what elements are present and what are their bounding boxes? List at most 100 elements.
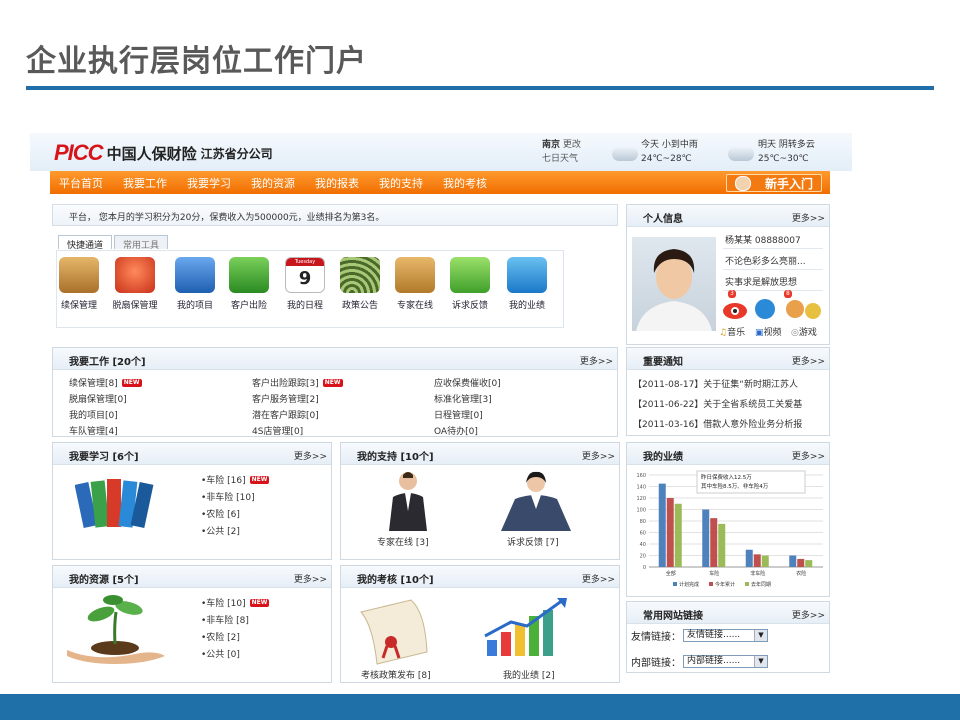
quick-item-renewal[interactable]: 续保管理 [47, 257, 111, 311]
work-task-item[interactable]: 潜在客户跟踪[0] [252, 408, 432, 424]
my-performance-caption[interactable]: 我的业绩 [2] [503, 668, 555, 681]
tab-common-tools[interactable]: 常用工具 [114, 235, 169, 251]
tab-quick-access[interactable]: 快捷通道 [58, 235, 113, 251]
study-item-label: •车险 [16] [201, 476, 246, 486]
work-task-item[interactable]: 日程管理[0] [434, 408, 614, 424]
work-more-link[interactable]: 更多>> [580, 354, 613, 367]
quick-tabs: 快捷通道 常用工具 [58, 235, 170, 251]
chevron-down-icon: ▼ [754, 630, 767, 641]
title-divider [26, 86, 934, 90]
notices-panel-title: 重要通知 [643, 357, 683, 368]
profile-photo[interactable] [632, 237, 716, 331]
study-item[interactable]: •农险 [6] [201, 507, 269, 524]
profile-motto: 实事求是解放思想 [725, 278, 798, 288]
study-panel-header: 我要学习 [6个] 更多>> [53, 443, 331, 465]
work-task-item[interactable]: OA待办[0] [434, 424, 614, 440]
profile-divider [723, 290, 823, 291]
game-link[interactable]: ◎游戏 [791, 325, 817, 338]
notice-item[interactable]: 【2011-08-17】关于征集“新时期江苏人 [633, 377, 823, 390]
work-task-item[interactable]: 续保管理[8] NEW [69, 376, 249, 392]
work-column-1: 续保管理[8] NEW 脱扇保管理[0] 我的项目[0] 车队管理[4] [69, 376, 249, 440]
notification-badge: 3 [728, 290, 736, 298]
quick-item-label: 我的业绩 [508, 301, 545, 311]
profile-panel-title: 个人信息 [643, 214, 683, 225]
chart-annotation: 其中车险8.5万、非车险4万 [701, 482, 769, 490]
exam-panel-title: 我的考核 [10个] [357, 575, 434, 586]
newbie-guide-button[interactable]: 新手入门 [726, 174, 822, 192]
quick-item-feedback[interactable]: 诉求反馈 [438, 257, 502, 311]
music-link[interactable]: ♫音乐 [719, 325, 745, 338]
expert-online-caption[interactable]: 专家在线 [3] [377, 535, 429, 548]
resources-panel: 我的资源 [5个] 更多>> •车险 [10] NEW •非车险 [8] •农险 … [52, 565, 332, 683]
feedback-caption[interactable]: 诉求反馈 [7] [507, 535, 559, 548]
profile-panel: 个人信息 更多>> 杨某某 08888007 不论色彩多么亮丽... 实事求是解… [626, 204, 830, 345]
nav-support[interactable]: 我的支持 [379, 175, 423, 191]
legend-swatch [745, 582, 749, 586]
work-task-item[interactable]: 客户出险跟踪[3] NEW [252, 376, 432, 392]
video-link[interactable]: ▣视频 [755, 325, 782, 338]
links-more-link[interactable]: 更多>> [792, 608, 825, 621]
resources-more-link[interactable]: 更多>> [294, 572, 327, 585]
exam-more-link[interactable]: 更多>> [582, 572, 615, 585]
quick-item-performance[interactable]: 我的业绩 [495, 257, 559, 311]
renewal-icon [59, 257, 99, 293]
music-icon: ♫ [719, 328, 728, 338]
internal-links-select[interactable]: 内部链接...... ▼ [683, 655, 768, 668]
bar [789, 555, 797, 567]
seven-day-weather-link[interactable]: 七日天气 [542, 152, 581, 166]
social-icons[interactable] [721, 293, 825, 321]
work-task-item[interactable]: 脱扇保管理[0] [69, 392, 249, 408]
quick-item-label: 脱扇保管理 [112, 301, 158, 311]
study-more-link[interactable]: 更多>> [294, 449, 327, 462]
new-badge: NEW [249, 476, 270, 484]
quick-item-label: 续保管理 [60, 301, 97, 311]
resource-item[interactable]: •非车险 [8] [201, 613, 269, 630]
work-panel-title: 我要工作 [20个] [69, 357, 146, 368]
notices-more-link[interactable]: 更多>> [792, 354, 825, 367]
performance-panel-header: 我的业绩 更多>> [627, 443, 829, 465]
work-task-item[interactable]: 客户服务管理[2] [252, 392, 432, 408]
tomorrow-weather-label: 明天 阴转多云 [758, 140, 815, 150]
exam-panel-header: 我的考核 [10个] 更多>> [341, 566, 619, 588]
support-more-link[interactable]: 更多>> [582, 449, 615, 462]
quick-item-claims[interactable]: 客户出险 [217, 257, 281, 311]
company-logo[interactable]: PICC 中国人保财险 江苏省分公司 [54, 140, 273, 165]
profile-panel-header: 个人信息 更多>> [627, 205, 829, 227]
work-task-item[interactable]: 我的项目[0] [69, 408, 249, 424]
resource-item[interactable]: •农险 [2] [201, 630, 269, 647]
profile-more-link[interactable]: 更多>> [792, 211, 825, 224]
quick-item-lapsed[interactable]: 脱扇保管理 [103, 257, 167, 311]
resource-item[interactable]: •公共 [0] [201, 647, 269, 664]
stocks-icon [507, 257, 547, 293]
change-city-link[interactable]: 更改 [563, 140, 581, 150]
nav-work[interactable]: 我要工作 [123, 175, 167, 191]
performance-more-link[interactable]: 更多>> [792, 449, 825, 462]
nav-exam[interactable]: 我的考核 [443, 175, 487, 191]
notice-item[interactable]: 【2011-03-16】借款人意外险业务分析报 [633, 417, 823, 430]
exam-panel: 我的考核 [10个] 更多>> 考核政策发布 [8] 我的业绩 [2] [340, 565, 620, 683]
books-illustration [75, 479, 154, 528]
study-panel-title: 我要学习 [6个] [69, 452, 139, 463]
resource-item[interactable]: •车险 [10] NEW [201, 596, 270, 613]
rain-cloud-icon [612, 147, 638, 161]
notice-item[interactable]: 【2011-06-22】关于全省系统员工关爱基 [633, 397, 823, 410]
study-item[interactable]: •非车险 [10] [201, 490, 269, 507]
work-panel-header: 我要工作 [20个] 更多>> [53, 348, 617, 370]
nav-study[interactable]: 我要学习 [187, 175, 231, 191]
work-task-item[interactable]: 标准化管理[3] [434, 392, 614, 408]
bar [666, 498, 674, 567]
work-task-item[interactable]: 车队管理[4] [69, 424, 249, 440]
nav-home[interactable]: 平台首页 [59, 175, 103, 191]
work-task-item[interactable]: 4S店管理[0] [252, 424, 432, 440]
y-tick-label: 160 [636, 473, 646, 479]
work-task-item[interactable]: 应收保费催收[0] [434, 376, 614, 392]
friend-links-select[interactable]: 友情链接...... ▼ [683, 629, 768, 642]
phone-icon [450, 257, 490, 293]
nav-reports[interactable]: 我的报表 [315, 175, 359, 191]
study-item[interactable]: •公共 [2] [201, 524, 269, 541]
support-panel: 我的支持 [10个] 更多>> 专家在线 [3] 诉求反馈 [7] [340, 442, 620, 560]
nav-resources[interactable]: 我的资源 [251, 175, 295, 191]
study-item[interactable]: •车险 [16] NEW [201, 473, 270, 490]
exam-policy-caption[interactable]: 考核政策发布 [8] [361, 668, 431, 681]
legend-swatch [709, 582, 713, 586]
